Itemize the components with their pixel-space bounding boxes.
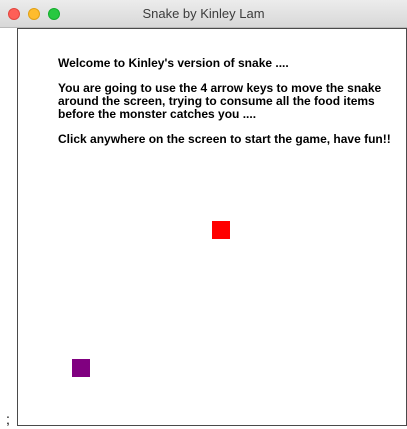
welcome-line: Welcome to Kinley's version of snake ...… [58,56,289,70]
instructions-line: You are going to use the 4 arrow keys to… [58,81,382,121]
monster [72,359,90,377]
title-bar[interactable]: Snake by Kinley Lam [0,0,407,28]
app-window: Snake by Kinley Lam Welcome to Kinley's … [0,0,407,429]
game-canvas[interactable]: Welcome to Kinley's version of snake ...… [17,28,407,426]
start-hint-line: Click anywhere on the screen to start th… [58,132,391,146]
stray-semicolon: ; [6,411,10,427]
intro-text: Welcome to Kinley's version of snake ...… [58,57,406,158]
window-title: Snake by Kinley Lam [142,6,265,21]
food-item [212,221,230,239]
